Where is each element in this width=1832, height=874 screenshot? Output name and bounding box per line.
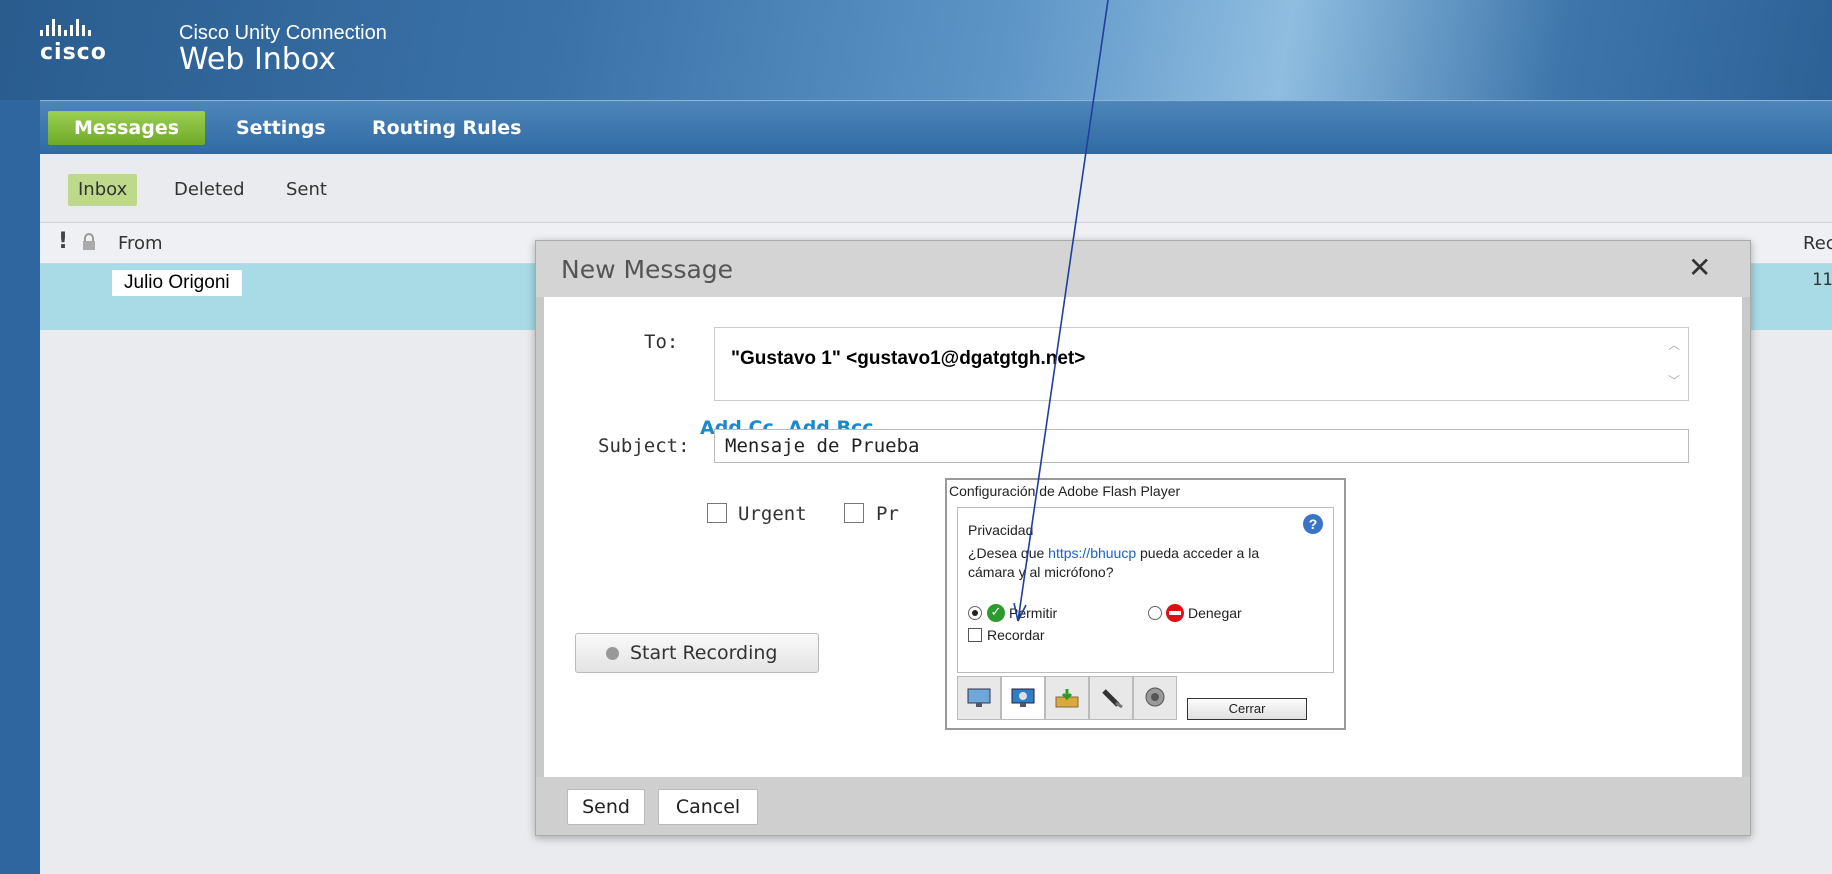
cisco-logo-bars bbox=[40, 18, 107, 36]
urgent-checkbox[interactable] bbox=[707, 503, 727, 523]
flash-tab-bar: Cerrar bbox=[957, 676, 1334, 722]
allow-label[interactable]: Permitir bbox=[1009, 605, 1057, 621]
to-field[interactable]: "Gustavo 1" <gustavo1@dgatgtgh.net> ︿ ﹀ bbox=[714, 327, 1689, 401]
deny-label[interactable]: Denegar bbox=[1188, 605, 1242, 621]
main-nav: Messages Settings Routing Rules bbox=[40, 100, 1832, 154]
flash-question: ¿Desea que https://bhuucp pueda acceder … bbox=[968, 544, 1298, 582]
remember-checkbox[interactable] bbox=[968, 628, 982, 642]
start-recording-button[interactable]: Start Recording bbox=[575, 633, 819, 673]
flash-close-button[interactable]: Cerrar bbox=[1187, 698, 1307, 720]
microphone-icon[interactable] bbox=[1089, 676, 1133, 720]
display-settings-icon[interactable] bbox=[957, 676, 1001, 720]
dialog-footer: Send Cancel bbox=[536, 777, 1750, 835]
dialog-header: New Message ✕ bbox=[536, 241, 1750, 297]
flash-section-title: Privacidad bbox=[968, 522, 1034, 538]
close-icon[interactable]: ✕ bbox=[1688, 251, 1711, 284]
app-title: Web Inbox bbox=[179, 42, 337, 77]
cancel-button[interactable]: Cancel bbox=[658, 789, 758, 825]
scroll-down-icon[interactable]: ﹀ bbox=[1668, 372, 1680, 389]
urgent-label: Urgent bbox=[738, 503, 807, 525]
private-label: Pr bbox=[876, 503, 899, 525]
camera-icon[interactable] bbox=[1133, 676, 1177, 720]
remember-label[interactable]: Recordar bbox=[987, 627, 1045, 643]
allow-radio[interactable] bbox=[968, 606, 982, 620]
to-scrollbar[interactable]: ︿ ﹀ bbox=[1660, 328, 1688, 400]
flash-settings-dialog: Configuración de Adobe Flash Player Priv… bbox=[945, 478, 1346, 730]
from-column-header[interactable]: From bbox=[118, 233, 163, 254]
left-strip bbox=[0, 100, 40, 874]
received-column-header[interactable]: Rece bbox=[1803, 233, 1832, 254]
message-from: Julio Origoni bbox=[112, 270, 242, 296]
deny-radio[interactable] bbox=[1148, 606, 1162, 620]
flash-question-url: https://bhuucp bbox=[1048, 545, 1137, 561]
storage-icon[interactable] bbox=[1045, 676, 1089, 720]
folder-tabs: Inbox Deleted Sent bbox=[40, 154, 1832, 222]
tab-routing-rules[interactable]: Routing Rules bbox=[372, 111, 521, 145]
tab-messages[interactable]: Messages bbox=[48, 111, 206, 145]
to-label: To: bbox=[644, 331, 679, 353]
dialog-title: New Message bbox=[561, 255, 734, 284]
lock-icon[interactable] bbox=[82, 233, 96, 251]
privacy-icon[interactable] bbox=[1001, 676, 1045, 720]
tab-settings[interactable]: Settings bbox=[236, 111, 326, 145]
to-value: "Gustavo 1" <gustavo1@dgatgtgh.net> bbox=[731, 348, 1086, 369]
cisco-logo: cisco bbox=[40, 18, 107, 65]
flash-question-prefix: ¿Desea que bbox=[968, 545, 1049, 561]
priority-column-header[interactable]: ! bbox=[58, 229, 68, 254]
subject-input[interactable]: Mensaje de Prueba bbox=[714, 429, 1689, 463]
subject-label: Subject: bbox=[598, 435, 690, 457]
private-checkbox[interactable] bbox=[844, 503, 864, 523]
message-time: 11:4 bbox=[1812, 270, 1832, 290]
cisco-logo-word: cisco bbox=[40, 40, 107, 65]
deny-icon bbox=[1166, 604, 1184, 622]
flash-privacy-panel: Privacidad ? ¿Desea que https://bhuucp p… bbox=[957, 507, 1334, 673]
app-header: cisco Cisco Unity Connection Web Inbox bbox=[0, 0, 1832, 100]
send-button[interactable]: Send bbox=[567, 789, 645, 825]
start-recording-label: Start Recording bbox=[630, 642, 778, 664]
folder-inbox[interactable]: Inbox bbox=[68, 174, 138, 206]
record-dot-icon bbox=[606, 647, 619, 660]
flash-dialog-title: Configuración de Adobe Flash Player bbox=[949, 483, 1181, 499]
allow-check-icon: ✓ bbox=[987, 604, 1005, 622]
help-icon[interactable]: ? bbox=[1303, 514, 1323, 534]
folder-sent[interactable]: Sent bbox=[286, 174, 327, 206]
subject-value: Mensaje de Prueba bbox=[725, 435, 920, 457]
folder-deleted[interactable]: Deleted bbox=[174, 174, 245, 206]
scroll-up-icon[interactable]: ︿ bbox=[1668, 336, 1680, 353]
